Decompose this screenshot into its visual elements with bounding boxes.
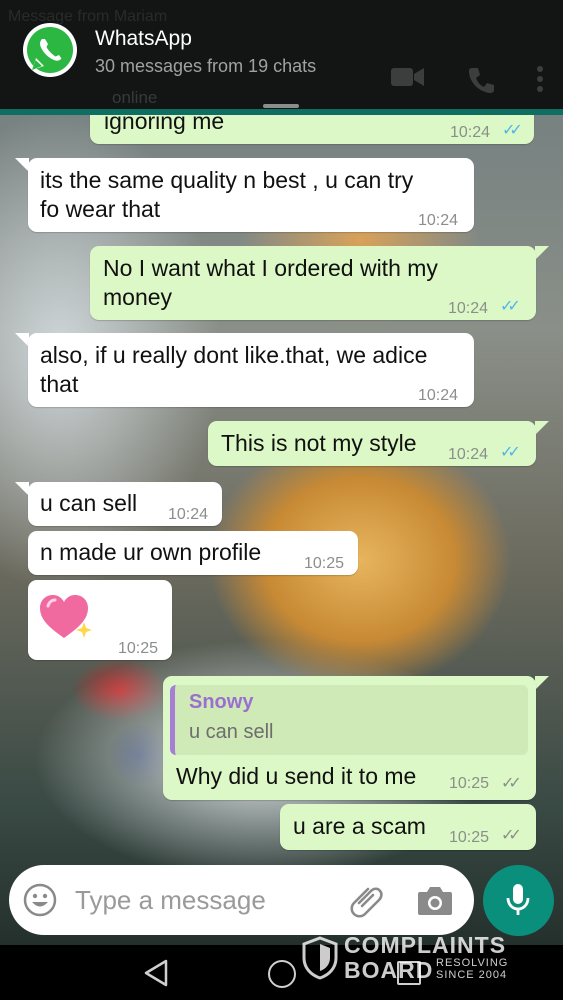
message-input[interactable] <box>75 883 325 917</box>
message-time: 10:24 <box>448 446 489 463</box>
shade-drag-handle[interactable] <box>263 104 299 108</box>
message-text: This is not my style <box>221 430 417 456</box>
message-composer <box>9 865 474 935</box>
message-text-line: money <box>103 284 173 310</box>
voice-message-button[interactable] <box>483 865 554 936</box>
message-bubble-outgoing[interactable]: u are a scam 10:25 ✓✓ <box>280 804 536 850</box>
message-text: Why did u send it to me <box>176 763 417 789</box>
message-text: n made ur own profile <box>40 539 262 565</box>
whatsapp-logo-icon <box>23 23 77 77</box>
complaints-board-watermark: COMPLAINTS BOARD RESOLVING SINCE 2004 <box>300 930 520 985</box>
bubble-tail <box>15 333 29 347</box>
video-call-icon <box>391 68 424 86</box>
message-text-line: also, if u really dont like.that, we adi… <box>40 342 428 368</box>
notification-app-name: WhatsApp <box>95 27 192 50</box>
message-text-line: No I want what I ordered with my <box>103 255 438 281</box>
message-bubble-incoming[interactable]: 10:25 <box>28 580 172 660</box>
message-text-line: fo wear that <box>40 196 161 222</box>
message-text-line: that <box>40 371 79 397</box>
bubble-tail <box>535 246 549 260</box>
phone-icon <box>469 68 494 93</box>
home-icon[interactable] <box>268 960 296 988</box>
message-time: 10:25 <box>449 775 490 792</box>
message-time: 10:24 <box>450 124 491 141</box>
read-ticks-icon: ✓✓ <box>502 122 523 139</box>
microphone-icon <box>506 884 530 915</box>
quoted-message-text: u can sell <box>189 721 274 743</box>
watermark-tag-2: SINCE 2004 <box>436 969 508 981</box>
back-icon[interactable] <box>142 958 170 988</box>
message-bubble-outgoing[interactable]: This is not my style 10:24 ✓✓ <box>208 421 536 466</box>
ghost-chat-status: online <box>112 88 158 107</box>
delivered-ticks-icon: ✓✓ <box>501 827 522 844</box>
notification-summary: 30 messages from 19 chats <box>95 56 317 76</box>
message-bubble-incoming[interactable]: n made ur own profile 10:25 <box>28 531 358 575</box>
message-time: 10:24 <box>168 506 209 523</box>
message-time: 10:24 <box>448 300 489 317</box>
read-ticks-icon: ✓✓ <box>500 444 521 461</box>
message-text: u can sell <box>40 490 138 516</box>
watermark-tag-1: RESOLVING <box>436 957 509 969</box>
message-bubble-incoming[interactable]: its the same quality n best , u can try … <box>28 158 474 232</box>
message-time: 10:24 <box>418 212 459 229</box>
watermark-line-2: BOARD <box>344 957 434 983</box>
bubble-tail <box>15 482 29 496</box>
message-bubble-incoming[interactable]: also, if u really dont like.that, we adi… <box>28 333 474 407</box>
emoji-icon[interactable] <box>23 883 57 917</box>
message-text: u are a scam <box>293 813 426 839</box>
bubble-tail <box>535 676 549 690</box>
notification-banner[interactable]: Message from Mariam online WhatsApp 30 m… <box>0 0 563 115</box>
read-ticks-icon: ✓✓ <box>500 298 521 315</box>
message-bubble-outgoing[interactable]: No I want what I ordered with my money 1… <box>90 246 536 320</box>
message-time: 10:25 <box>118 640 159 657</box>
message-time: 10:24 <box>418 387 459 404</box>
quoted-reply[interactable]: Snowy u can sell <box>170 685 528 755</box>
message-time: 10:25 <box>304 555 345 572</box>
shield-logo-icon <box>302 936 338 980</box>
message-bubble-incoming[interactable]: u can sell 10:24 <box>28 482 222 526</box>
sparkling-heart-emoji-icon <box>40 595 92 638</box>
watermark-tagline: RESOLVING SINCE 2004 <box>436 957 520 981</box>
bubble-tail <box>535 421 549 435</box>
more-options-icon <box>537 66 543 92</box>
watermark-line-1: COMPLAINTS <box>344 932 507 958</box>
bubble-tail <box>15 158 29 172</box>
attachment-icon[interactable] <box>347 881 385 919</box>
ghost-chat-actions <box>391 66 543 94</box>
message-time: 10:25 <box>449 829 490 846</box>
delivered-ticks-icon: ✓✓ <box>501 775 522 792</box>
quoted-sender-name: Snowy <box>189 691 254 713</box>
message-text-line: its the same quality n best , u can try <box>40 167 414 193</box>
camera-icon[interactable] <box>417 883 453 917</box>
